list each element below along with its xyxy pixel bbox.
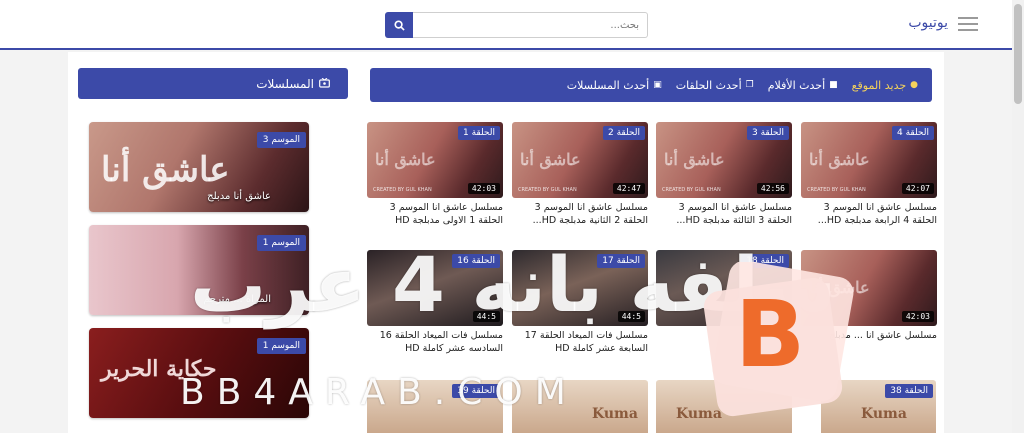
episode-badge: الحلقة 1	[457, 126, 500, 140]
nav-item-movies[interactable]: ■ أحدث الأفلام	[768, 79, 838, 92]
episode-card[interactable]: عاشق أنا CREATED BY GUL KHAN الحلقة 3 42…	[656, 122, 792, 198]
thumbnail-credit: CREATED BY GUL KHAN	[373, 187, 432, 193]
film-icon: ■	[829, 80, 838, 90]
nav-item-new[interactable]: ● جديد الموقع	[852, 79, 918, 92]
nav-label: جديد الموقع	[851, 78, 907, 92]
thumbnail-credit: CREATED BY GUL KHAN	[518, 187, 577, 193]
episode-title[interactable]: مسلسل فات الميعاد الحلقة 16 السادسه عشر …	[367, 329, 503, 355]
episode-title[interactable]: مسلسل عاشق انا الموسم 3 الحلقة 4 الرابعة…	[801, 201, 937, 227]
series-art-text: عاشق أنا	[101, 150, 230, 190]
episode-title[interactable]: مسلسل عاشق انا الموسم 3 الحلقة 2 الثانية…	[512, 201, 648, 227]
search-button[interactable]	[385, 12, 413, 38]
duration-badge: 42:03	[901, 311, 934, 322]
scrollbar-thumb[interactable]	[1014, 4, 1022, 104]
season-badge: الموسم 1	[256, 338, 306, 354]
series-title: المسلسلات	[256, 76, 314, 91]
watermark-logo-icon: B	[703, 262, 854, 417]
top-header: يوتيوب	[0, 0, 1012, 50]
thumbnail-art-text: عاشق أنا	[809, 150, 870, 169]
thumbnail-art-text: عاشق أنا	[520, 150, 581, 169]
thumbnail-art-text: عاشق أنا	[375, 150, 436, 169]
series-section-header[interactable]: المسلسلات	[78, 68, 348, 99]
series-title: عاشق أنا مدبلج	[207, 191, 271, 202]
nav-label: أحدث الحلقات	[675, 78, 742, 92]
duration-badge: 42:56	[756, 183, 789, 194]
nav-item-series[interactable]: ▣ أحدث المسلسلات	[567, 79, 662, 92]
nav-label: أحدث المسلسلات	[566, 78, 650, 92]
tv-icon	[319, 77, 330, 91]
thumbnail-credit: CREATED BY GUL KHAN	[662, 187, 721, 193]
episode-title[interactable]: مسلسل فات الميعاد الحلقة 17 السابعة عشر …	[512, 329, 648, 355]
episode-badge: الحلقة 3	[746, 126, 789, 140]
search-input[interactable]	[413, 12, 648, 38]
brand-label[interactable]: يوتيوب	[908, 15, 948, 31]
watermark-logo-letter: B	[735, 281, 805, 388]
thumbnail-art-text: عاشق أنا	[664, 150, 725, 169]
thumbnail-art-text: Kuma	[861, 406, 907, 422]
scrollbar[interactable]	[1012, 0, 1024, 433]
episode-title[interactable]: مسلسل عاشق انا الموسم 3 الحلقة 3 الثالثة…	[656, 201, 792, 227]
series-card[interactable]: عاشق أنا الموسم 3 عاشق أنا مدبلج	[89, 122, 309, 212]
watermark-url: BB4ARAB.COM	[180, 372, 578, 413]
duration-badge: 42:03	[467, 183, 500, 194]
episode-badge: الحلقة 4	[891, 126, 934, 140]
episode-badge: الحلقة 2	[602, 126, 645, 140]
episode-card[interactable]: عاشق أنا CREATED BY GUL KHAN الحلقة 4 42…	[801, 122, 937, 198]
tv-icon: ▣	[653, 80, 662, 90]
menu-icon[interactable]	[958, 17, 978, 31]
thumbnail-art-text: Kuma	[592, 406, 638, 422]
episode-badge: الحلقة 38	[885, 384, 933, 398]
episode-title[interactable]: مسلسل عاشق انا الموسم 3 الحلقة 1 الاولى …	[367, 201, 503, 227]
episode-card[interactable]: عاشق أنا CREATED BY GUL KHAN الحلقة 2 42…	[512, 122, 648, 198]
thumbnail-credit: CREATED BY GUL KHAN	[807, 187, 866, 193]
duration-badge: 42:07	[901, 183, 934, 194]
copy-icon: ❐	[745, 80, 754, 90]
main-nav: ● جديد الموقع ■ أحدث الأفلام ❐ أحدث الحل…	[370, 68, 932, 102]
search-bar	[385, 12, 648, 38]
search-icon	[393, 19, 405, 31]
episode-card[interactable]: عاشق أنا CREATED BY GUL KHAN الحلقة 1 42…	[367, 122, 503, 198]
info-icon: ●	[910, 80, 918, 90]
nav-label: أحدث الأفلام	[767, 78, 826, 92]
nav-item-episodes[interactable]: ❐ أحدث الحلقات	[676, 79, 754, 92]
season-badge: الموسم 3	[256, 132, 306, 148]
duration-badge: 42:47	[612, 183, 645, 194]
